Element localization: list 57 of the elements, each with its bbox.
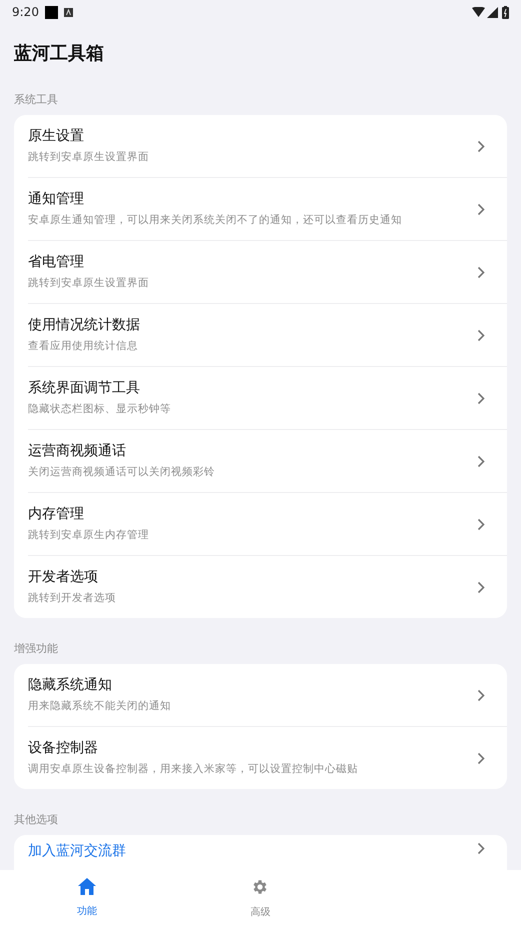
row-subtitle: 关闭运营商视频通话可以关闭视频彩铃 (28, 465, 216, 480)
nav-tab[interactable]: 高级 (230, 870, 290, 926)
row-title: 内存管理 (28, 505, 85, 524)
link-row[interactable]: 加入蓝河交流群 (14, 835, 507, 870)
chevron-icon (477, 580, 485, 594)
setting-row[interactable]: 通知管理 安卓原生通知管理，可以用来关闭系统关闭不了的通知，还可以查看历史通知 (14, 178, 507, 240)
chevron-icon (477, 454, 485, 468)
setting-row[interactable]: 原生设置 跳转到安卓原生设置界面 (14, 115, 507, 177)
chevron-icon (477, 752, 485, 764)
app-notification-icon (64, 8, 73, 16)
setting-row[interactable]: 系统界面调节工具 隐藏状态栏图标、显示秒钟等 (14, 367, 507, 429)
battery-icon (502, 6, 509, 18)
setting-row[interactable]: 内存管理 跳转到安卓原生内存管理 (14, 493, 507, 555)
row-subtitle: 查看应用使用统计信息 (28, 339, 139, 354)
signal-icon (487, 6, 498, 18)
setting-row[interactable]: 隐藏系统通知 用来隐藏系统不能关闭的通知 (14, 664, 507, 726)
row-title: 运营商视频通话 (28, 442, 127, 461)
row-subtitle: 跳转到安卓原生设置界面 (28, 150, 150, 165)
chevron-icon (477, 140, 485, 152)
setting-row[interactable]: 使用情况统计数据 查看应用使用统计信息 (14, 304, 507, 366)
setting-row[interactable]: 设备控制器 调用安卓原生设备控制器，用来接入米家等，可以设置控制中心磁贴 (14, 727, 507, 789)
chevron-icon (477, 842, 485, 855)
chevron-icon (477, 202, 485, 216)
row-title: 省电管理 (28, 253, 85, 272)
row-title: 使用情况统计数据 (28, 316, 141, 335)
setting-row[interactable]: 省电管理 跳转到安卓原生设置界面 (14, 241, 507, 303)
chevron-icon (477, 688, 485, 702)
row-subtitle: 调用安卓原生设备控制器，用来接入米家等，可以设置控制中心磁贴 (28, 762, 359, 777)
row-title: 开发者选项 (28, 568, 99, 587)
chevron-icon (477, 392, 485, 404)
nav-tab[interactable]: 功能 (56, 870, 117, 926)
chevron-icon (477, 518, 485, 530)
wifi-icon (472, 7, 485, 17)
app-title: 蓝河工具箱 (13, 42, 105, 66)
row-title: 通知管理 (28, 190, 85, 209)
row-subtitle: 跳转到安卓原生设置界面 (28, 276, 150, 291)
settings-icon (251, 878, 270, 896)
row-subtitle: 跳转到安卓原生内存管理 (28, 528, 150, 543)
row-subtitle: 跳转到开发者选项 (28, 591, 117, 606)
section-header: 系统工具 (13, 92, 59, 108)
row-title: 隐藏系统通知 (28, 676, 113, 695)
setting-row[interactable]: 开发者选项 跳转到开发者选项 (14, 556, 507, 618)
status-time: 9:20 (12, 5, 39, 19)
row-title: 设备控制器 (28, 739, 99, 758)
notification-icon (44, 6, 58, 18)
row-title: 原生设置 (28, 127, 85, 146)
section-header: 增强功能 (13, 641, 59, 657)
chevron-icon (477, 266, 485, 278)
row-subtitle: 用来隐藏系统不能关闭的通知 (28, 699, 172, 714)
row-title: 加入蓝河交流群 (28, 842, 127, 861)
setting-row[interactable]: 运营商视频通话 关闭运营商视频通话可以关闭视频彩铃 (14, 430, 507, 492)
row-subtitle: 隐藏状态栏图标、显示秒钟等 (28, 402, 172, 417)
home-icon (78, 878, 96, 895)
chevron-icon (477, 328, 485, 342)
row-subtitle: 安卓原生通知管理，可以用来关闭系统关闭不了的通知，还可以查看历史通知 (28, 213, 403, 228)
row-title: 系统界面调节工具 (28, 379, 141, 398)
section-header: 其他选项 (13, 812, 59, 828)
